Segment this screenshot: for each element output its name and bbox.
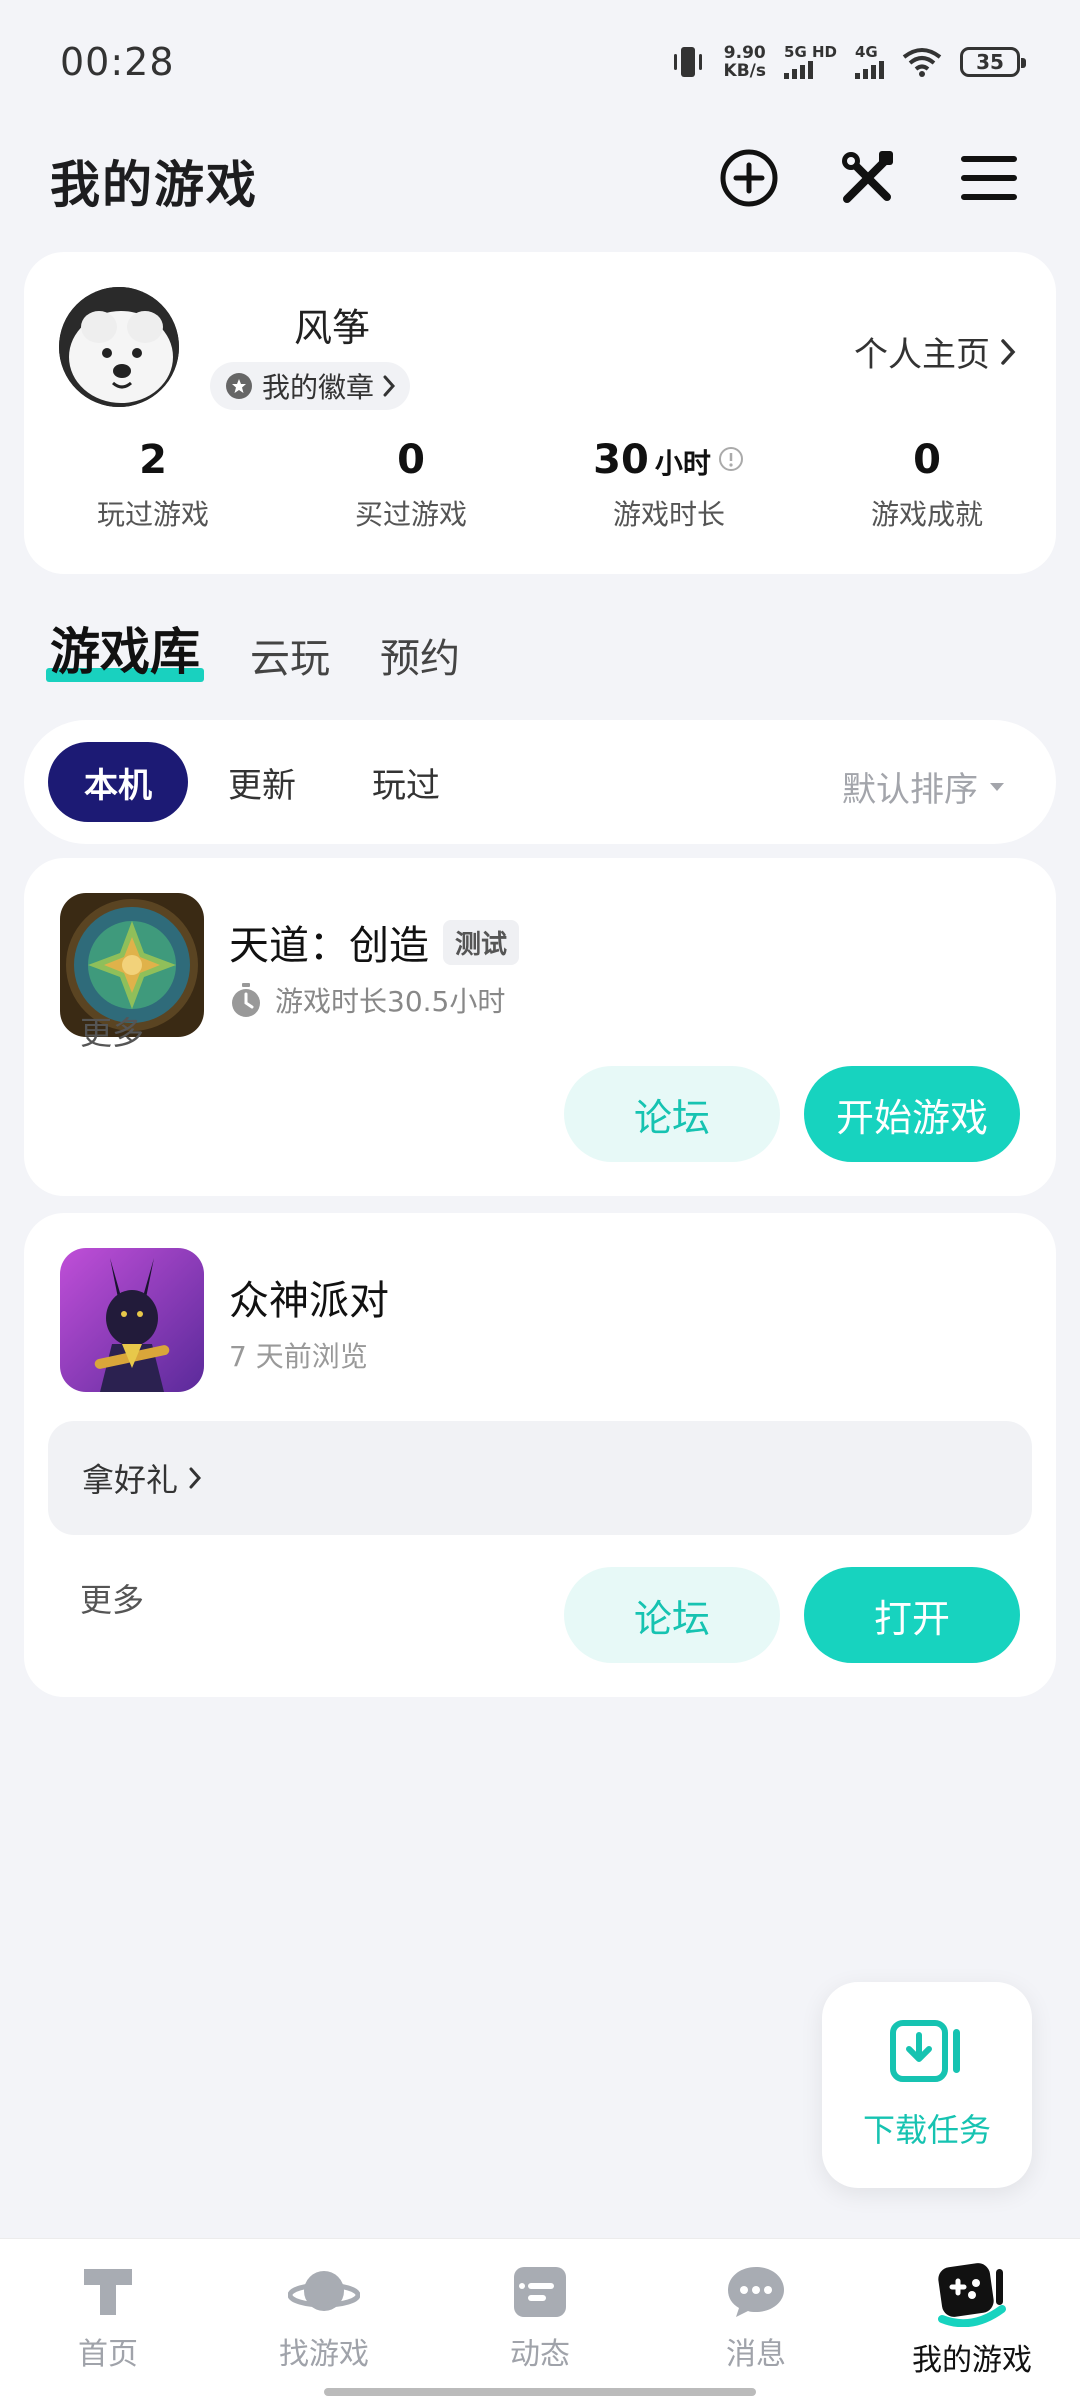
wifi-icon xyxy=(902,48,942,77)
signal-4g: 4G xyxy=(855,45,884,79)
add-circle-icon[interactable] xyxy=(716,145,782,211)
stat-playtime[interactable]: 30 小时 游戏时长 xyxy=(540,437,798,533)
medal-icon xyxy=(226,373,252,399)
stats-row: 2 玩过游戏 0 买过游戏 30 小时 游戏时长 0 游戏成就 xyxy=(24,437,1056,533)
test-tag: 测试 xyxy=(443,919,520,965)
status-time: 00:28 xyxy=(60,40,175,84)
homepage-label: 个人主页 xyxy=(854,335,990,375)
gift-row[interactable]: 拿好礼 xyxy=(48,1421,1032,1535)
tab-library[interactable]: 游戏库 xyxy=(46,612,204,684)
game-name: 天道：创造 xyxy=(229,923,429,969)
planet-icon xyxy=(288,2271,360,2311)
game-name-row: 众神派对 xyxy=(229,1268,389,1326)
game-card: 天道：创造 测试 游戏时长30.5小时 更多 论坛 开始游戏 xyxy=(24,858,1056,1196)
chevron-right-icon xyxy=(1001,338,1016,365)
download-icon xyxy=(890,2020,960,2082)
game-icon[interactable] xyxy=(60,1248,204,1392)
forum-button[interactable]: 论坛 xyxy=(564,1567,780,1663)
badge-button[interactable]: 我的徽章 xyxy=(210,362,411,410)
menu-icon[interactable] xyxy=(956,145,1022,211)
tab-reserve[interactable]: 预约 xyxy=(380,626,460,684)
nav-messages[interactable]: 消息 xyxy=(648,2239,864,2400)
chip-played[interactable]: 玩过 xyxy=(336,742,476,822)
sort-dropdown[interactable]: 默认排序 xyxy=(842,762,1006,811)
home-indicator[interactable] xyxy=(324,2388,756,2396)
stat-played[interactable]: 2 玩过游戏 xyxy=(24,437,282,533)
stat-achievements[interactable]: 0 游戏成就 xyxy=(798,437,1056,533)
net-speed: 9.90 KB/s xyxy=(723,43,767,81)
info-icon xyxy=(718,447,743,471)
battery-indicator: 35 xyxy=(960,47,1026,77)
nav-discover[interactable]: 找游戏 xyxy=(216,2239,432,2400)
game-subtitle-row: 游戏时长30.5小时 xyxy=(229,980,505,1020)
gift-label: 拿好礼 xyxy=(82,1461,179,1499)
game-name-row: 天道：创造 测试 xyxy=(229,913,520,971)
category-tabs: 游戏库 云玩 预约 xyxy=(46,612,460,684)
chip-updates[interactable]: 更新 xyxy=(192,742,332,822)
start-game-button[interactable]: 开始游戏 xyxy=(804,1066,1020,1162)
chevron-right-icon xyxy=(383,375,396,397)
play-time: 游戏时长30.5小时 xyxy=(275,985,506,1018)
stat-bought[interactable]: 0 买过游戏 xyxy=(282,437,540,533)
tab-cloud[interactable]: 云玩 xyxy=(250,626,330,684)
home-icon xyxy=(84,2269,132,2315)
chevron-right-icon xyxy=(189,1467,202,1489)
download-tasks-button[interactable]: 下载任务 xyxy=(822,1982,1032,2188)
tools-icon[interactable] xyxy=(835,145,901,211)
signal-5g: 5G HD xyxy=(784,45,837,79)
chip-local[interactable]: 本机 xyxy=(48,742,188,822)
game-card: 众神派对 7 天前浏览 拿好礼 更多 论坛 打开 xyxy=(24,1213,1056,1697)
open-button[interactable]: 打开 xyxy=(804,1567,1020,1663)
caret-down-icon xyxy=(990,782,1004,791)
filter-bar: 本机 更新 玩过 默认排序 xyxy=(24,720,1056,844)
homepage-link[interactable]: 个人主页 xyxy=(854,327,1016,376)
stopwatch-icon xyxy=(232,983,260,1017)
avatar[interactable] xyxy=(59,287,179,407)
nickname: 风筝 xyxy=(294,306,371,350)
gamepad-icon xyxy=(938,2263,1006,2327)
profile-card: 风筝 我的徽章 个人主页 2 玩过游戏 0 买过游戏 30 小时 游戏时长 0 … xyxy=(24,252,1056,574)
page-title: 我的游戏 xyxy=(50,156,258,214)
game-name: 众神派对 xyxy=(229,1278,389,1324)
feed-icon xyxy=(514,2267,566,2317)
nav-feed[interactable]: 动态 xyxy=(432,2239,648,2400)
bottom-nav: 首页 找游戏 动态 消息 我的游戏 xyxy=(0,2238,1080,2400)
sort-label: 默认排序 xyxy=(842,770,978,810)
nav-my-games[interactable]: 我的游戏 xyxy=(864,2239,1080,2400)
badge-label: 我的徽章 xyxy=(262,371,375,404)
nav-home[interactable]: 首页 xyxy=(0,2239,216,2400)
chat-icon xyxy=(728,2267,784,2317)
status-icons: 9.90 KB/s 5G HD 4G 35 xyxy=(670,43,1026,81)
last-viewed: 7 天前浏览 xyxy=(229,1340,368,1373)
vibrate-icon xyxy=(673,47,702,77)
more-link[interactable]: 更多 xyxy=(80,1008,144,1054)
forum-button[interactable]: 论坛 xyxy=(564,1066,780,1162)
more-link[interactable]: 更多 xyxy=(80,1575,144,1621)
download-label: 下载任务 xyxy=(862,2111,991,2149)
